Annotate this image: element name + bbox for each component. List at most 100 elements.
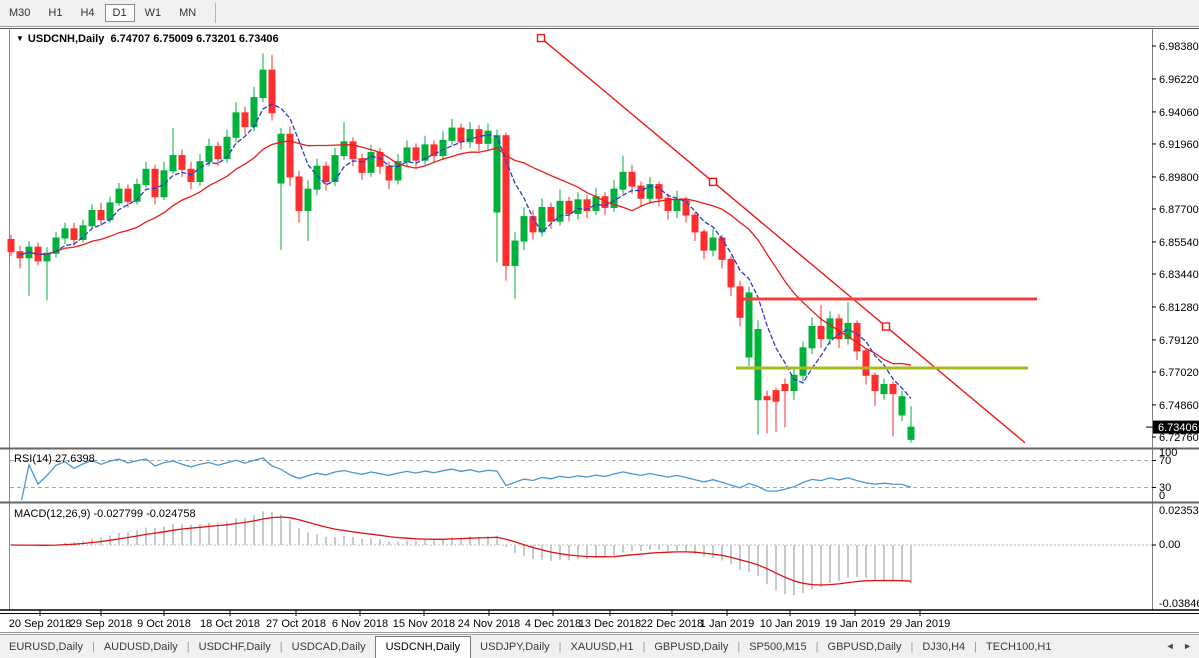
- rsi-axis-label: 0: [1159, 490, 1165, 502]
- candlestick: [422, 145, 428, 160]
- candlestick: [899, 397, 905, 415]
- timeframe-button-h1[interactable]: H1: [40, 4, 70, 22]
- descending-trendline[interactable]: [541, 38, 1025, 443]
- candlestick: [548, 207, 554, 221]
- symbol-tab-sp500-8[interactable]: SP500,M15: [740, 638, 815, 656]
- candlestick: [359, 159, 365, 173]
- symbol-tab-usdcad-3[interactable]: USDCAD,Daily: [283, 638, 375, 656]
- timeframe-toolbar: M30H1H4D1W1MN: [0, 0, 1199, 27]
- date-axis-label: 1 Jan 2019: [700, 618, 754, 630]
- candlestick: [89, 211, 95, 226]
- price-axis-label: 6.91960: [1159, 139, 1199, 151]
- candlestick: [143, 169, 149, 184]
- candlestick: [305, 189, 311, 210]
- symbol-tab-dj30-10[interactable]: DJ30,H4: [913, 638, 974, 656]
- date-axis-label: 4 Dec 2018: [525, 618, 581, 630]
- symbol-tab-eurusd-0[interactable]: EURUSD,Daily: [0, 638, 92, 656]
- timeframe-button-d1[interactable]: D1: [105, 4, 135, 22]
- candlestick: [791, 375, 797, 390]
- candlestick: [494, 136, 500, 212]
- candlestick: [197, 162, 203, 182]
- candlestick: [764, 397, 770, 400]
- candlestick: [710, 238, 716, 250]
- candlestick: [755, 330, 761, 400]
- candlestick: [215, 146, 221, 158]
- candlestick: [449, 128, 455, 140]
- candlestick: [800, 348, 806, 375]
- symbol-tab-usdjpy-5[interactable]: USDJPY,Daily: [471, 638, 559, 656]
- timeframe-button-w1[interactable]: W1: [137, 4, 170, 22]
- chart-window[interactable]: 6.983806.962206.940606.919606.898006.877…: [0, 27, 1199, 633]
- candlestick: [809, 326, 815, 347]
- candlestick: [161, 171, 167, 197]
- timeframe-button-m30[interactable]: M30: [1, 4, 38, 22]
- candlestick: [566, 201, 572, 213]
- main-pane: [8, 35, 1037, 443]
- candlestick: [881, 384, 887, 393]
- candlestick: [863, 351, 869, 375]
- candlestick: [341, 142, 347, 156]
- date-axis-label: 27 Oct 2018: [266, 618, 326, 630]
- symbol-tab-tech100-11[interactable]: TECH100,H1: [977, 638, 1060, 656]
- candlestick: [827, 319, 833, 339]
- symbol-tab-audusd-1[interactable]: AUDUSD,Daily: [95, 638, 187, 656]
- symbol-tab-xauusd-6[interactable]: XAUUSD,H1: [562, 638, 643, 656]
- candlestick: [890, 384, 896, 393]
- macd-axis-labels: 0.0235340.00-0.038466: [1152, 505, 1199, 610]
- trendline-handle[interactable]: [710, 178, 717, 185]
- ma-fast-line: [20, 104, 911, 399]
- candlestick: [332, 156, 338, 182]
- macd-axis-label: -0.038466: [1159, 598, 1199, 610]
- price-chart-canvas[interactable]: 6.983806.962206.940606.919606.898006.877…: [0, 27, 1199, 633]
- trendline-handle[interactable]: [538, 35, 545, 42]
- symbol-tab-usdcnh-4[interactable]: USDCNH,Daily: [375, 636, 472, 658]
- price-axis-label: 6.79120: [1159, 335, 1199, 347]
- timeframe-button-mn[interactable]: MN: [171, 4, 204, 22]
- trendline-handle[interactable]: [883, 323, 890, 330]
- candlestick: [152, 169, 158, 196]
- symbol-tab-gbpusd-7[interactable]: GBPUSD,Daily: [645, 638, 737, 656]
- date-axis-label: 9 Oct 2018: [137, 618, 191, 630]
- candlestick: [737, 287, 743, 318]
- candlestick: [458, 128, 464, 142]
- candlestick: [773, 391, 779, 402]
- candlestick: [206, 146, 212, 161]
- candlestick: [620, 172, 626, 189]
- candlestick: [431, 145, 437, 156]
- date-axis-label: 10 Jan 2019: [760, 618, 821, 630]
- candlestick: [323, 166, 329, 181]
- candlestick: [521, 217, 527, 241]
- rsi-line: [20, 458, 911, 508]
- tab-scroll-arrows[interactable]: ◄ ►: [1166, 641, 1195, 651]
- price-axis-label: 6.81280: [1159, 302, 1199, 314]
- timeframe-button-h4[interactable]: H4: [72, 4, 102, 22]
- date-axis-label: 13 Dec 2018: [579, 618, 641, 630]
- current-price-tag: 6.73406: [1146, 421, 1199, 435]
- rsi-value: 27.6398: [55, 453, 95, 465]
- symbol-dropdown-icon[interactable]: ▼: [16, 34, 24, 43]
- rsi-indicator-label: RSI(14) 27.6398: [14, 453, 95, 465]
- date-axis-label: 22 Dec 2018: [641, 618, 703, 630]
- chart-ohlc-values: 6.74707 6.75009 6.73201 6.73406: [110, 33, 278, 45]
- candlestick: [854, 323, 860, 350]
- candlestick: [170, 156, 176, 171]
- rsi-pane: [10, 458, 1152, 508]
- current-price-label: 6.73406: [1158, 422, 1198, 434]
- candlestick: [251, 98, 257, 127]
- candlestick: [440, 140, 446, 155]
- candlestick: [629, 172, 635, 186]
- candlestick: [296, 177, 302, 211]
- chart-symbol: USDCNH,Daily: [28, 33, 104, 45]
- candlestick: [224, 137, 230, 158]
- macd-pane: [10, 511, 1152, 595]
- candlestick: [746, 293, 752, 357]
- candlestick: [413, 148, 419, 160]
- macd-histogram: [11, 511, 911, 595]
- candlestick: [125, 189, 131, 201]
- symbol-tab-usdchf-2[interactable]: USDCHF,Daily: [190, 638, 280, 656]
- candlestick: [386, 166, 392, 180]
- symbol-tab-gbpusd-9[interactable]: GBPUSD,Daily: [819, 638, 911, 656]
- candlestick: [71, 229, 77, 240]
- candlestick: [269, 70, 275, 113]
- price-axis-label: 6.87700: [1159, 204, 1199, 216]
